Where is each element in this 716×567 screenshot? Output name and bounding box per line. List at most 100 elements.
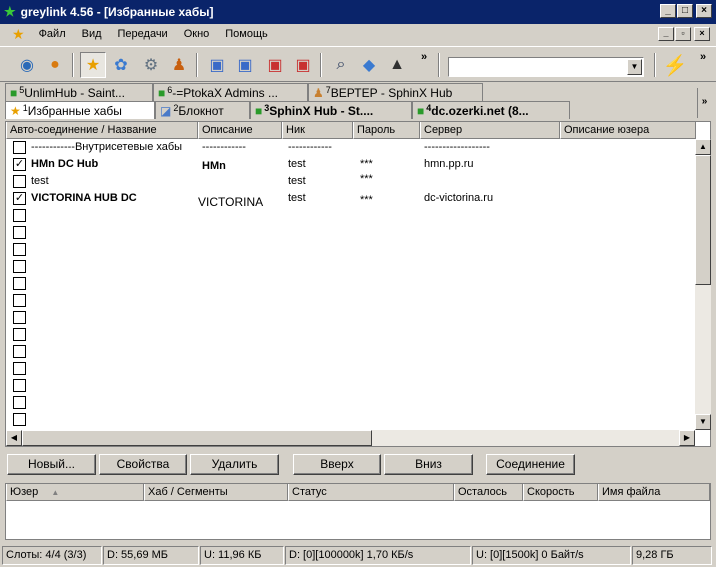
autoconnect-checkbox[interactable] bbox=[13, 277, 26, 290]
users-icon[interactable]: ♟ bbox=[166, 52, 192, 78]
chevron-down-icon[interactable]: ▼ bbox=[627, 59, 642, 75]
hub-name: VICTORINA HUB DC bbox=[31, 192, 137, 204]
autoconnect-checkbox[interactable] bbox=[13, 328, 26, 341]
table-row-empty[interactable] bbox=[6, 326, 696, 343]
mdi-minimize-button[interactable]: _ bbox=[658, 27, 674, 41]
column-header-user[interactable]: Юзер ▲ bbox=[6, 484, 144, 501]
favorite-hubs-icon[interactable]: ★ bbox=[80, 52, 106, 78]
column-header-description[interactable]: Описание bbox=[198, 122, 282, 139]
menu-window[interactable]: Окно bbox=[176, 28, 218, 40]
autoconnect-checkbox[interactable]: ✓ bbox=[13, 158, 26, 171]
reconnect-icon[interactable]: ◉ bbox=[14, 52, 40, 78]
toolbar-more-right-icon[interactable]: » bbox=[700, 51, 706, 63]
delete-button[interactable]: Удалить bbox=[190, 454, 279, 475]
tab-verter[interactable]: ♟ 7 ВЕРТЕР - SphinX Hub bbox=[308, 83, 483, 101]
autoconnect-checkbox[interactable] bbox=[13, 226, 26, 239]
table-row-empty[interactable] bbox=[6, 207, 696, 224]
scroll-right-icon[interactable]: ▶ bbox=[679, 430, 695, 446]
table-row-empty[interactable] bbox=[6, 394, 696, 411]
column-header-user-description[interactable]: Описание юзера bbox=[560, 122, 696, 139]
tabs-scroll-icon[interactable]: » bbox=[697, 88, 711, 118]
user-icon: ♟ bbox=[313, 85, 324, 100]
autoconnect-checkbox[interactable] bbox=[13, 209, 26, 222]
menu-transfers[interactable]: Передачи bbox=[110, 28, 176, 40]
mdi-close-button[interactable]: × bbox=[694, 27, 710, 41]
scroll-up-icon[interactable]: ▲ bbox=[695, 139, 711, 155]
scroll-thumb[interactable] bbox=[695, 155, 711, 285]
connect-button[interactable]: Соединение bbox=[486, 454, 575, 475]
autoconnect-checkbox[interactable] bbox=[13, 294, 26, 307]
table-row[interactable]: ✓ HMn DC Hub HMn test *** hmn.pp.ru bbox=[6, 156, 696, 173]
table-row-empty[interactable] bbox=[6, 377, 696, 394]
scroll-left-icon[interactable]: ◀ bbox=[6, 430, 22, 446]
properties-button[interactable]: Свойства bbox=[99, 454, 187, 475]
table-row-empty[interactable] bbox=[6, 275, 696, 292]
autoconnect-checkbox[interactable] bbox=[13, 243, 26, 256]
column-header-remaining[interactable]: Осталось bbox=[454, 484, 523, 501]
column-header-nick[interactable]: Ник bbox=[282, 122, 353, 139]
column-header-filename[interactable]: Имя файла bbox=[598, 484, 710, 501]
finished-downloads-icon[interactable]: ▣ bbox=[232, 52, 258, 78]
column-header-hub-segments[interactable]: Хаб / Сегменты bbox=[144, 484, 288, 501]
scroll-thumb-horizontal[interactable] bbox=[22, 430, 372, 446]
tab-favorite-hubs[interactable]: ★ 1 Избранные хабы bbox=[5, 101, 155, 119]
toolbar-more-icon[interactable]: » bbox=[421, 51, 427, 63]
close-button[interactable]: × bbox=[696, 4, 712, 18]
table-row-empty[interactable] bbox=[6, 411, 696, 428]
adl-search-icon[interactable]: ◆ bbox=[356, 52, 382, 78]
column-header-speed[interactable]: Скорость bbox=[523, 484, 598, 501]
tab-unlimhub[interactable]: ■ 5 UnlimHub - Saint... bbox=[5, 83, 153, 101]
table-row[interactable]: ------------Внутрисетевые хабы ---------… bbox=[6, 139, 696, 156]
tab-sphinx-hub[interactable]: ■ 3 SphinX Hub - St.... bbox=[250, 101, 412, 119]
table-row[interactable]: test test *** bbox=[6, 173, 696, 190]
vertical-scrollbar[interactable]: ▲ ▼ bbox=[695, 139, 711, 430]
table-row-empty[interactable] bbox=[6, 360, 696, 377]
menu-view[interactable]: Вид bbox=[74, 28, 110, 40]
move-down-button[interactable]: Вниз bbox=[384, 454, 473, 475]
horizontal-scrollbar[interactable]: ◀ ▶ bbox=[6, 430, 695, 446]
column-header-status[interactable]: Статус bbox=[288, 484, 454, 501]
upload-queue-icon[interactable]: ▣ bbox=[262, 52, 288, 78]
search-spy-icon[interactable]: ▲ bbox=[384, 52, 410, 78]
table-row-empty[interactable] bbox=[6, 258, 696, 275]
move-up-button[interactable]: Вверх bbox=[293, 454, 381, 475]
new-hub-button[interactable]: Новый... bbox=[7, 454, 96, 475]
table-row[interactable]: ✓ VICTORINA HUB DC VICTORINA test *** dc… bbox=[6, 190, 696, 209]
column-header-server[interactable]: Сервер bbox=[420, 122, 560, 139]
scroll-down-icon[interactable]: ▼ bbox=[695, 414, 711, 430]
recent-hubs-icon[interactable]: ⚙ bbox=[138, 52, 164, 78]
column-header-name[interactable]: Авто-соединение / Название bbox=[6, 122, 198, 139]
autoconnect-checkbox[interactable] bbox=[13, 396, 26, 409]
table-row-empty[interactable] bbox=[6, 292, 696, 309]
autoconnect-checkbox[interactable] bbox=[13, 413, 26, 426]
table-row-empty[interactable] bbox=[6, 309, 696, 326]
column-header-password[interactable]: Пароль bbox=[353, 122, 420, 139]
quick-search-combo[interactable]: ▼ bbox=[448, 57, 644, 77]
menu-file[interactable]: Файл bbox=[31, 28, 74, 40]
table-row-empty[interactable] bbox=[6, 241, 696, 258]
autoconnect-checkbox[interactable] bbox=[13, 362, 26, 375]
lightning-icon[interactable]: ⚡ bbox=[662, 52, 688, 78]
autoconnect-checkbox[interactable] bbox=[13, 345, 26, 358]
minimize-button[interactable]: _ bbox=[660, 4, 676, 18]
tab-notepad[interactable]: ◪ 2 Блокнот bbox=[155, 101, 250, 119]
autoconnect-checkbox[interactable] bbox=[13, 175, 26, 188]
search-icon[interactable]: ⌕ bbox=[328, 52, 354, 78]
table-row-empty[interactable] bbox=[6, 224, 696, 241]
download-queue-icon[interactable]: ▣ bbox=[204, 52, 230, 78]
autoconnect-checkbox[interactable] bbox=[13, 260, 26, 273]
autoconnect-checkbox[interactable] bbox=[13, 379, 26, 392]
tab-ptokax-admins[interactable]: ■ 6 -=PtokaX Admins ... bbox=[153, 83, 308, 101]
autoconnect-checkbox[interactable] bbox=[13, 311, 26, 324]
tab-dc-ozerki[interactable]: ■ 4 dc.ozerki.net (8... bbox=[412, 101, 570, 119]
finished-uploads-icon[interactable]: ▣ bbox=[290, 52, 316, 78]
favorite-users-icon[interactable]: ✿ bbox=[108, 52, 134, 78]
autoconnect-checkbox[interactable] bbox=[13, 141, 26, 154]
mdi-restore-button[interactable]: ▫ bbox=[675, 27, 691, 41]
autoconnect-checkbox[interactable]: ✓ bbox=[13, 192, 26, 205]
table-row-empty[interactable] bbox=[6, 343, 696, 360]
public-hubs-icon[interactable]: ● bbox=[42, 52, 68, 78]
hub-name: HMn DC Hub bbox=[31, 158, 99, 170]
menu-help[interactable]: Помощь bbox=[217, 28, 276, 40]
maximize-button[interactable]: □ bbox=[677, 4, 693, 18]
